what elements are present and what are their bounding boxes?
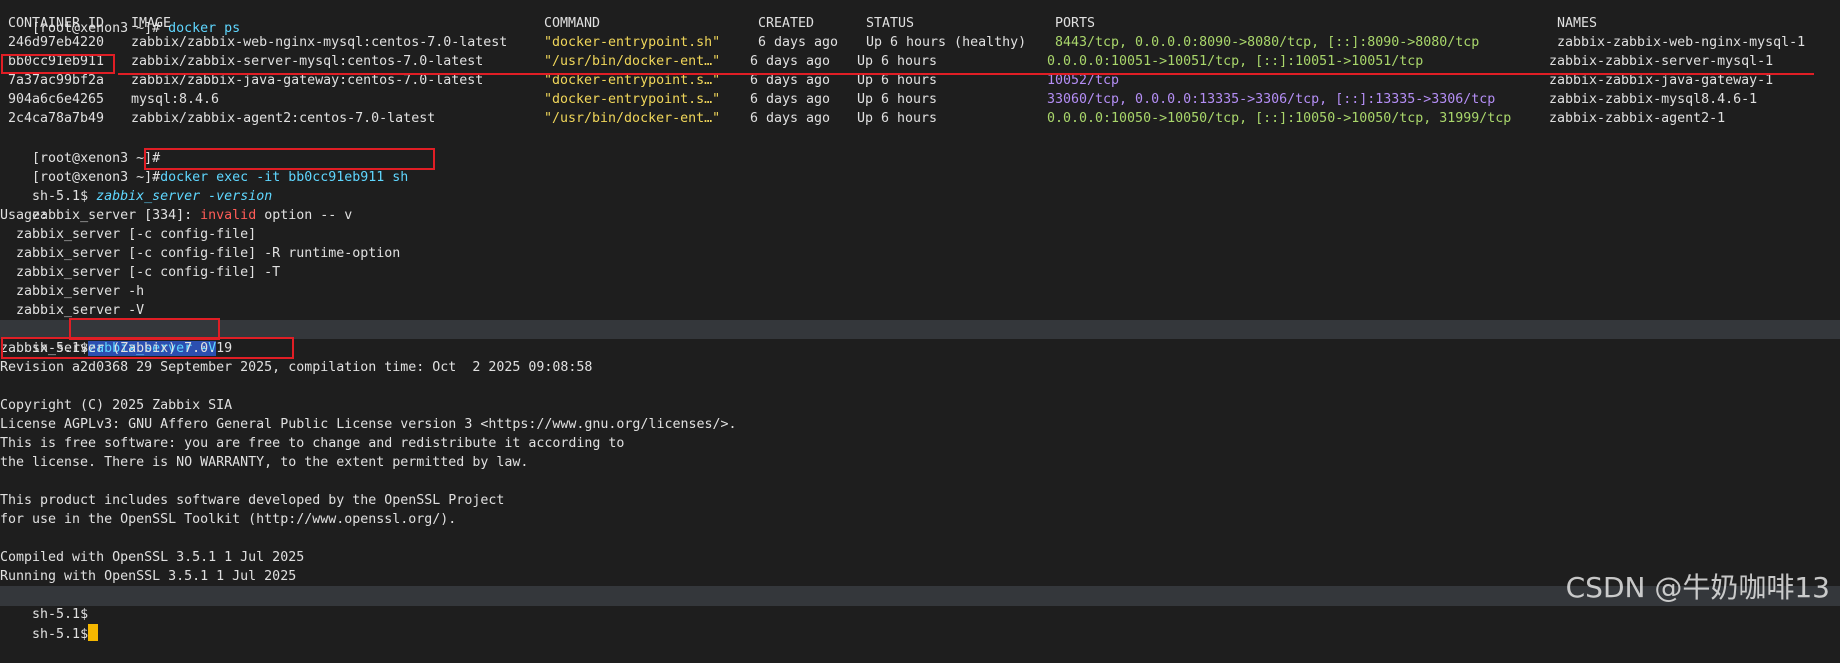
header-names: NAMES	[1557, 16, 1598, 31]
container-status: Up 6 hours (healthy)	[866, 35, 1027, 50]
warranty-line: the license. There is NO WARRANTY, to th…	[0, 455, 529, 470]
container-name: zabbix-zabbix-mysql8.4.6-1	[1549, 92, 1758, 107]
compiled-openssl-line: Compiled with OpenSSL 3.5.1 1 Jul 2025	[0, 550, 305, 565]
annotation-box-container-id	[1, 54, 115, 74]
container-ports: 0.0.0.0:10051->10051/tcp, [::]:10051->10…	[1047, 54, 1424, 69]
usage-heading: Usage:	[0, 208, 49, 223]
usage-line: zabbix_server [-c config-file] -T	[0, 265, 281, 280]
prompt-line: [root@xenon3 ~]#	[0, 130, 160, 166]
usage-line: zabbix_server [-c config-file] -R runtim…	[0, 246, 401, 261]
annotation-box-version-output	[1, 337, 294, 359]
text-cursor	[88, 624, 99, 641]
openssl-line: for use in the OpenSSL Toolkit (http://w…	[0, 512, 457, 527]
container-name: zabbix-zabbix-server-mysql-1	[1549, 54, 1774, 69]
error-rest: option -- v	[256, 208, 353, 223]
line-highlight	[0, 586, 1840, 606]
container-status: Up 6 hours	[857, 111, 938, 126]
watermark: CSDN @牛奶咖啡13	[1565, 571, 1830, 604]
container-created: 6 days ago	[758, 35, 839, 50]
header-ports: PORTS	[1055, 16, 1096, 31]
container-created: 6 days ago	[750, 92, 831, 107]
license-line: License AGPLv3: GNU Affero General Publi…	[0, 417, 737, 432]
revision-line: Revision a2d0368 29 September 2025, comp…	[0, 360, 593, 375]
container-status: Up 6 hours	[857, 54, 938, 69]
container-command: "/usr/bin/docker-ent…"	[544, 54, 721, 69]
annotation-box-exec-command	[144, 148, 435, 170]
table-row: 246d97eb4220 zabbix/zabbix-web-nginx-mys…	[0, 33, 1840, 52]
header-command: COMMAND	[544, 16, 601, 31]
container-command: "/usr/bin/docker-ent…"	[544, 111, 721, 126]
container-image: zabbix/zabbix-server-mysql:centos-7.0-la…	[131, 54, 484, 69]
container-command: "docker-entrypoint.sh"	[544, 35, 721, 50]
container-image: mysql:8.4.6	[131, 92, 220, 107]
container-command: "docker-entrypoint.s…"	[544, 92, 721, 107]
container-id: 246d97eb4220	[8, 35, 105, 50]
header-image: IMAGE	[131, 16, 172, 31]
table-header: CONTAINER ID IMAGE COMMAND CREATED STATU…	[0, 14, 1840, 33]
openssl-line: This product includes software developed…	[0, 493, 505, 508]
container-name: zabbix-zabbix-agent2-1	[1549, 111, 1726, 126]
header-container-id: CONTAINER ID	[8, 16, 105, 31]
table-row: bb0cc91eb911 zabbix/zabbix-server-mysql:…	[0, 52, 1840, 71]
error-line: zabbix_server [334]: invalid option -- v	[0, 187, 352, 223]
container-ports: 8443/tcp, 0.0.0.0:8090->8080/tcp, [::]:8…	[1055, 35, 1480, 50]
free-software-line: This is free software: you are free to c…	[0, 436, 625, 451]
container-id: 904a6c6e4265	[8, 92, 105, 107]
container-created: 6 days ago	[750, 54, 831, 69]
terminal-window[interactable]: [root@xenon3 ~]# docker ps CONTAINER ID …	[0, 0, 1840, 642]
table-row: 2c4ca78a7b49 zabbix/zabbix-agent2:centos…	[0, 109, 1840, 128]
sh-prompt: sh-5.1$	[32, 627, 89, 642]
container-name: zabbix-zabbix-web-nginx-mysql-1	[1557, 35, 1806, 50]
shell-line[interactable]: sh-5.1$	[0, 605, 99, 642]
header-status: STATUS	[866, 16, 915, 31]
container-created: 6 days ago	[750, 111, 831, 126]
container-image: zabbix/zabbix-web-nginx-mysql:centos-7.0…	[131, 35, 508, 50]
error-prefix: zabbix_server [334]:	[32, 208, 201, 223]
container-image: zabbix/zabbix-agent2:centos-7.0-latest	[131, 111, 436, 126]
header-created: CREATED	[758, 16, 815, 31]
usage-line: zabbix_server [-c config-file]	[0, 227, 257, 242]
shell-line: sh-5.1$ zabbix_server -version	[0, 168, 272, 204]
table-row: 904a6c6e4265 mysql:8.4.6 "docker-entrypo…	[0, 90, 1840, 109]
running-openssl-line: Running with OpenSSL 3.5.1 1 Jul 2025	[0, 569, 297, 584]
usage-line: zabbix_server -h	[0, 284, 145, 299]
container-id: 2c4ca78a7b49	[8, 111, 105, 126]
copyright-line: Copyright (C) 2025 Zabbix SIA	[0, 398, 233, 413]
annotation-underline-server-row	[118, 73, 1814, 75]
error-invalid-word: invalid	[200, 208, 257, 223]
shell-line: sh-5.1$	[0, 586, 88, 622]
container-ports: 33060/tcp, 0.0.0.0:13335->3306/tcp, [::]…	[1047, 92, 1496, 107]
container-ports: 0.0.0.0:10050->10050/tcp, [::]:10050->10…	[1047, 111, 1512, 126]
container-status: Up 6 hours	[857, 92, 938, 107]
